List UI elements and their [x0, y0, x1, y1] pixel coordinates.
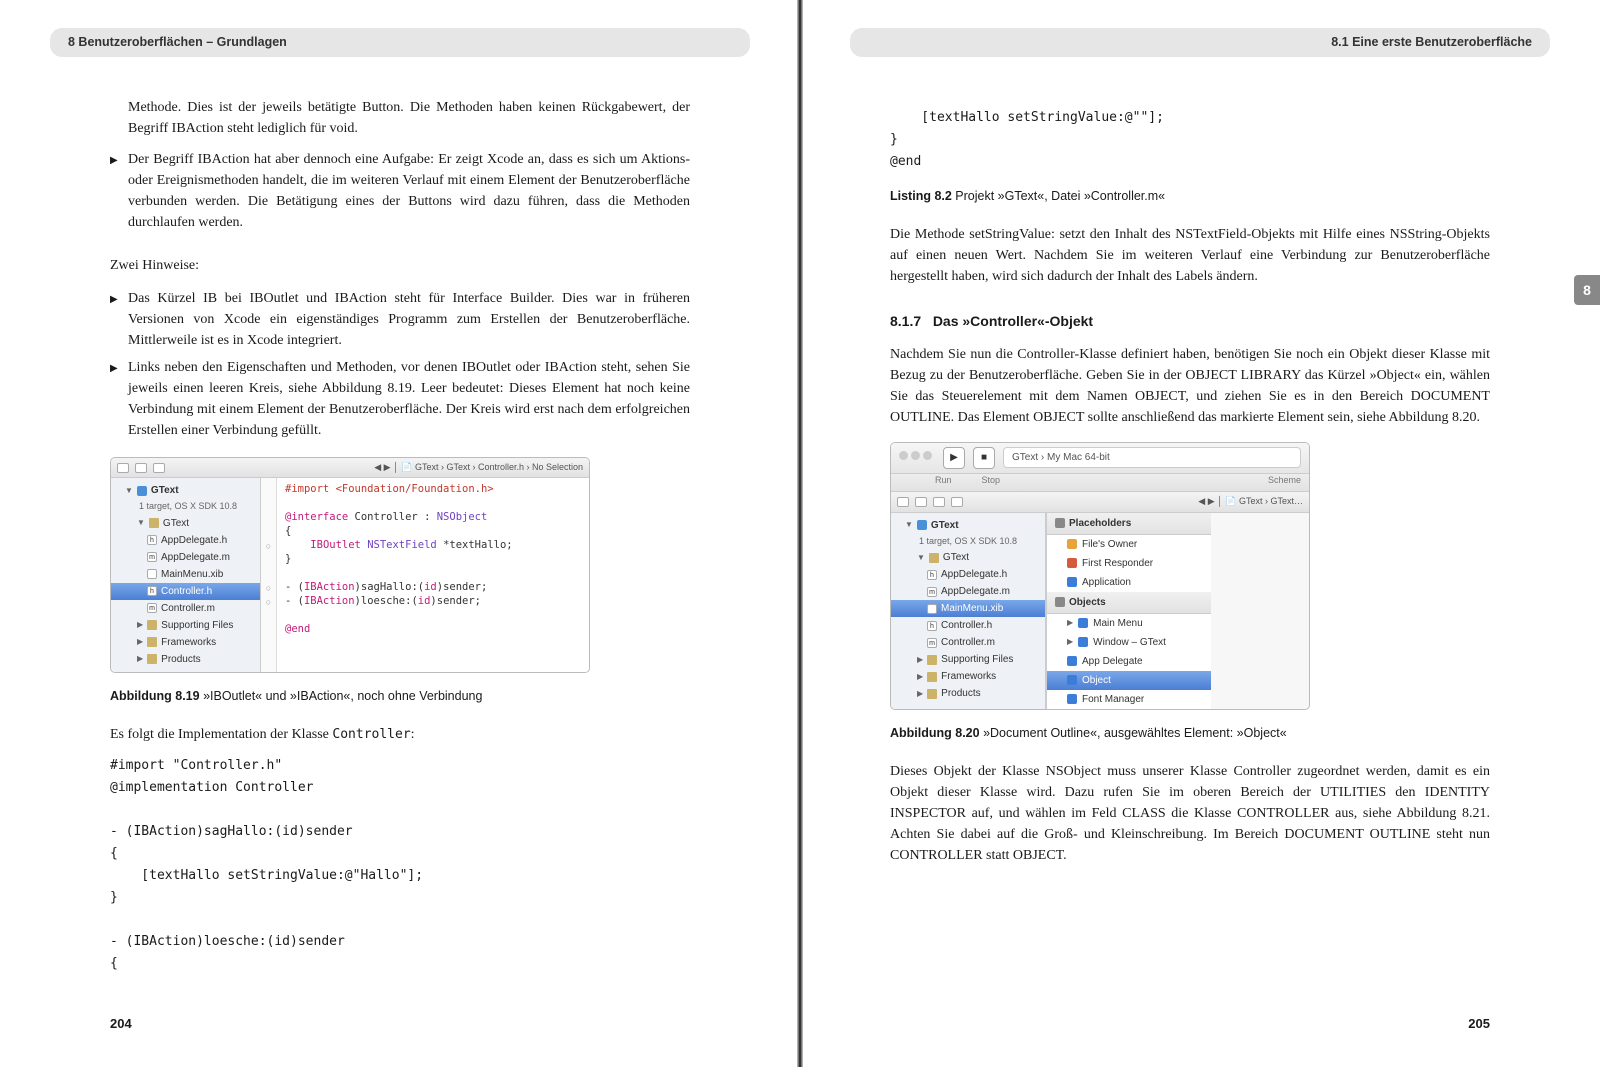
figure-8-19: ◀ ▶ │ 📄 GText › GText › Controller.h › N… [110, 457, 590, 673]
hints-label: Zwei Hinweise: [110, 255, 690, 276]
code-block-tail: [textHallo setStringValue:@""]; } @end [890, 107, 1490, 173]
segment-icon [153, 463, 165, 473]
bullet-marker: ▶ [110, 357, 128, 441]
bullet-text: Das Kürzel IB bei IBOutlet und IBAction … [128, 288, 690, 351]
page-right: 8.1 Eine erste Benutzeroberfläche 8 [tex… [800, 0, 1600, 1067]
page-number-left: 204 [110, 1014, 132, 1034]
bullet-text: Der Begriff IBAction hat aber dennoch ei… [128, 149, 690, 233]
tree-group: ▼GText [111, 515, 260, 532]
book-spine [797, 0, 803, 1067]
traffic-lights-icon [899, 450, 935, 465]
tree-file: MainMenu.xib [111, 566, 260, 583]
xcode-toolbar: ◀ ▶ │ 📄 GText › GText › Controller.h › N… [111, 458, 589, 479]
intro-continuation: Methode. Dies ist der jeweils betätigte … [110, 97, 690, 139]
tree-file-selected: MainMenu.xib [891, 600, 1045, 617]
bullet-empty-circles: ▶ Links neben den Eigenschaften und Meth… [110, 357, 690, 441]
tree-root-subtitle: 1 target, OS X SDK 10.8 [111, 499, 260, 515]
tree-root: ▼GText [111, 482, 260, 499]
tree-folder: ▶Frameworks [111, 634, 260, 651]
tree-group: ▼GText [891, 549, 1045, 566]
section-8-1-7: 8.1.7 Das »Controller«-Objekt [890, 311, 1490, 332]
outline-item: Font Manager [1047, 690, 1211, 709]
tree-folder: ▶Products [111, 651, 260, 668]
placeholders-header: Placeholders [1047, 513, 1211, 535]
figure-8-19-caption: Abbildung 8.19 »IBOutlet« und »IBAction«… [110, 687, 690, 706]
run-button: ▶ [943, 447, 965, 469]
tree-root: ▼GText [891, 517, 1045, 534]
tree-file: hController.h [891, 617, 1045, 634]
tree-folder: ▶Products [891, 685, 1045, 702]
paragraph-setstringvalue: Die Methode setStringValue: setzt den In… [890, 224, 1490, 287]
tree-file: mAppDelegate.m [111, 549, 260, 566]
bullet-ibaction: ▶ Der Begriff IBAction hat aber dennoch … [110, 149, 690, 233]
outline-item: ▶Window – GText [1047, 633, 1211, 652]
editor-code: #import <Foundation/Foundation.h> @inter… [277, 478, 589, 672]
running-head-right: 8.1 Eine erste Benutzeroberfläche [850, 28, 1550, 57]
page-left: 8 Benutzeroberflächen – Grundlagen Metho… [0, 0, 800, 1067]
outline-item: File's Owner [1047, 535, 1211, 554]
breadcrumb: ◀ ▶ │ 📄 GText › GText › Controller.h › N… [374, 461, 583, 475]
tree-file: mAppDelegate.m [891, 583, 1045, 600]
segment-icon [135, 463, 147, 473]
figure-8-20: ▶ ■ GText › My Mac 64-bit RunStopScheme … [890, 442, 1310, 710]
listing-8-2-caption: Listing 8.2 Projekt »GText«, Datei »Cont… [890, 187, 1490, 206]
content-right: [textHallo setStringValue:@""]; } @end L… [800, 57, 1600, 866]
bullet-marker: ▶ [110, 288, 128, 351]
tree-folder: ▶Frameworks [891, 668, 1045, 685]
bullet-ib-abbrev: ▶ Das Kürzel IB bei IBOutlet und IBActio… [110, 288, 690, 351]
tree-file-selected: hController.h [111, 583, 260, 600]
toolbar-labels: RunStopScheme [891, 474, 1309, 493]
scheme-selector: GText › My Mac 64-bit [1003, 447, 1301, 468]
tree-file: hAppDelegate.h [111, 532, 260, 549]
tree-folder: ▶Supporting Files [891, 651, 1045, 668]
document-outline: Placeholders File's Owner First Responde… [1046, 513, 1211, 709]
tree-folder: ▶Supporting Files [111, 617, 260, 634]
outline-item: First Responder [1047, 554, 1211, 573]
page-number-right: 205 [1468, 1014, 1490, 1034]
tree-file: mController.m [891, 634, 1045, 651]
tree-file: hAppDelegate.h [891, 566, 1045, 583]
stop-button: ■ [973, 447, 995, 469]
segment-icon [117, 463, 129, 473]
objects-header: Objects [1047, 592, 1211, 614]
tree-root-subtitle: 1 target, OS X SDK 10.8 [891, 534, 1045, 550]
xcode-toolbar2: ◀ ▶ │ 📄 GText › GText… [891, 492, 1309, 513]
paragraph-controller-object: Nachdem Sie nun die Controller-Klasse de… [890, 344, 1490, 428]
implementation-intro: Es folgt die Implementation der Klasse C… [110, 724, 690, 745]
connection-gutter: ○○○ [261, 478, 277, 672]
figure-8-20-caption: Abbildung 8.20 »Document Outline«, ausge… [890, 724, 1490, 743]
breadcrumb: ◀ ▶ │ 📄 GText › GText… [1198, 495, 1303, 509]
xcode-titlebar: ▶ ■ GText › My Mac 64-bit [891, 443, 1309, 474]
tree-file: mController.m [111, 600, 260, 617]
thumb-tab: 8 [1574, 275, 1600, 305]
content-left: Methode. Dies ist der jeweils betätigte … [0, 57, 800, 976]
running-head-left: 8 Benutzeroberflächen – Grundlagen [50, 28, 750, 57]
outline-item: Application [1047, 573, 1211, 592]
paragraph-nsobject: Dieses Objekt der Klasse NSObject muss u… [890, 761, 1490, 866]
bullet-text: Links neben den Eigenschaften und Method… [128, 357, 690, 441]
bullet-marker: ▶ [110, 149, 128, 233]
outline-item: App Delegate [1047, 652, 1211, 671]
intro-text: Methode. Dies ist der jeweils betätigte … [128, 100, 690, 136]
outline-item: ▶Main Menu [1047, 614, 1211, 633]
code-block-implementation: #import "Controller.h" @implementation C… [110, 755, 690, 976]
outline-item-selected: Object [1047, 671, 1211, 690]
project-navigator: ▼GText 1 target, OS X SDK 10.8 ▼GText hA… [111, 478, 261, 672]
project-navigator: ▼GText 1 target, OS X SDK 10.8 ▼GText hA… [891, 513, 1046, 709]
